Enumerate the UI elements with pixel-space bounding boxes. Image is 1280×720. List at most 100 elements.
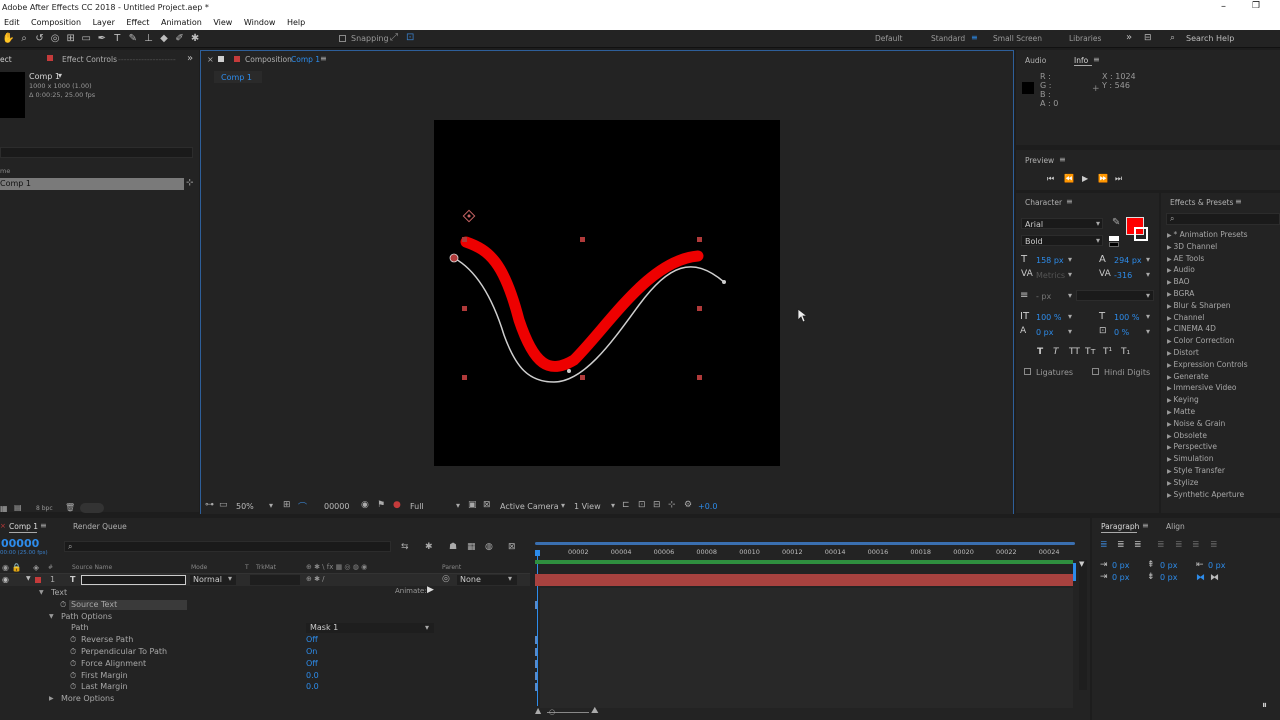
stopwatch-icon[interactable]: ⏱ [70,646,76,658]
roto-brush-icon[interactable]: ✐ [173,30,186,48]
always-preview-icon[interactable]: ⊶ [205,500,214,510]
comp-mini-flowchart-icon[interactable]: ⇆ [401,542,409,552]
hand-tool-icon[interactable]: ✋ [2,30,15,48]
project-item-comp1[interactable]: Comp 1 [0,178,184,190]
effects-category-item[interactable]: ▶ Stylize [1167,478,1198,487]
horizontal-scale-value[interactable]: 100 % [1114,313,1139,322]
draft-3d-icon[interactable]: ✱ [425,542,433,552]
frame-blending-icon[interactable]: ▦ [467,542,476,552]
snap-edges-icon[interactable]: ⤢ [390,32,398,43]
property-value[interactable]: 0.0 [306,670,319,682]
timeline-vscroll[interactable]: ▼ [1079,560,1087,690]
timeline-icon[interactable]: ⊟ [653,500,661,510]
project-search-input[interactable] [0,147,193,158]
property-row[interactable]: ▶ More Options [0,693,530,705]
hindi-digits-checkbox[interactable] [1092,368,1099,375]
small-caps-button[interactable]: Tт [1085,347,1096,357]
text-path-artwork[interactable] [434,120,780,466]
info-menu-icon[interactable]: ≡ [1093,55,1100,64]
layer-duration-bar[interactable] [535,574,1073,586]
composition-tab-label[interactable]: Composition [245,55,292,64]
property-row[interactable]: Path Mask 1 ▾ [0,622,530,634]
stopwatch-icon[interactable]: ⏱ [70,658,76,670]
tracking-value[interactable]: -316 [1114,271,1132,280]
workspace-menu-icon[interactable]: ≡ [971,33,978,42]
comp-subtab[interactable]: Comp 1 [214,71,262,83]
stopwatch-icon[interactable]: ⏱ [60,599,66,611]
snapping-checkbox[interactable] [339,35,346,42]
composition-tab-comp[interactable]: Comp 1 [291,55,320,64]
bbox-handle-br[interactable] [697,375,702,380]
effects-category-item[interactable]: ▶ Perspective [1167,442,1217,451]
menu-animation[interactable]: Animation [161,16,202,30]
effects-category-item[interactable]: ▶ Immersive Video [1167,383,1237,392]
trash-icon[interactable]: 🗑 [65,503,75,512]
rotate-tool-icon[interactable]: ↺ [33,30,46,48]
justify-last-right-icon[interactable]: ≣ [1192,540,1200,550]
tab-effect[interactable]: ect [0,55,12,64]
parent-pickwhip-icon[interactable]: ◎ [442,574,450,584]
safe-zones-icon[interactable]: ⊞ [283,500,291,510]
layer-row-1[interactable]: ◉ ▼ 1 T ⊕ ✱ / Normal ▾ ◎ None ▾ [0,574,530,586]
effects-search-input[interactable]: ⌕ [1166,213,1280,225]
effects-category-item[interactable]: ▶ BAO [1167,277,1190,286]
menu-edit[interactable]: Edit [4,16,20,30]
trkmat-dropdown[interactable] [250,575,300,585]
tab-effect-controls[interactable]: Effect Controls [62,55,117,64]
effects-category-item[interactable]: ▶ Channel [1167,313,1204,322]
eyedropper-icon[interactable]: ✎ [1112,217,1120,228]
comp-panel-menu-icon[interactable]: ≡ [320,54,327,63]
property-expand-icon[interactable]: ▼ [39,587,44,599]
prev-frame-icon[interactable]: ⏪ [1064,174,1074,183]
property-row[interactable]: ⏱ Reverse Path Off [0,634,537,646]
sync-settings-icon[interactable]: ⊟ [1144,33,1152,43]
interpret-footage-icon[interactable]: ▦ [0,504,8,513]
align-left-icon[interactable]: ≣ [1100,540,1108,550]
superscript-button[interactable]: T¹ [1103,347,1112,357]
indent-right-value[interactable]: 0 px [1208,561,1225,570]
transparency-grid-icon[interactable]: ⊠ [483,500,491,510]
property-row[interactable]: ⏱ Last Margin 0.0 [0,681,537,693]
comp-canvas[interactable] [434,120,780,466]
effects-category-item[interactable]: ▶ Obsolete [1167,431,1207,440]
stopwatch-icon[interactable]: ⏱ [70,634,76,646]
justify-last-left-icon[interactable]: ≣ [1157,540,1165,550]
bbox-handle-ml[interactable] [462,306,467,311]
parent-column[interactable]: Parent [442,564,461,571]
views-dropdown[interactable]: 1 View [574,502,601,511]
show-snapshot-icon[interactable]: ⚑ [377,500,385,510]
vertical-scale-value[interactable]: 100 % [1036,313,1061,322]
menu-effect[interactable]: Effect [126,16,149,30]
effects-category-item[interactable]: ▶ Synthetic Aperture [1167,490,1244,499]
video-toggle-icon[interactable]: ◉ [2,575,9,584]
property-value[interactable]: Off [306,658,318,670]
path-end-point[interactable] [722,280,726,284]
flowchart-icon[interactable]: ⊹ [186,178,194,188]
baseline-shift-value[interactable]: 0 px [1036,328,1053,337]
timeline-timecode[interactable]: 00000 [1,537,39,550]
more-workspaces-icon[interactable]: » [1126,32,1132,43]
pen-tool-icon[interactable]: ✒ [95,30,108,48]
layer-expand-icon[interactable]: ▼ [26,575,31,582]
layer-label-color[interactable] [35,577,41,583]
search-help-input[interactable]: Search Help [1186,34,1234,43]
first-line-indent-value[interactable]: 0 px [1112,573,1129,582]
effects-category-item[interactable]: ▶ Color Correction [1167,336,1234,345]
property-row[interactable]: ⏱ Perpendicular To Path On [0,646,537,658]
align-center-icon[interactable]: ≣ [1117,540,1125,550]
restore-icon[interactable]: ❐ [1252,1,1260,11]
stopwatch-icon[interactable]: ⏱ [70,670,76,682]
bbox-handle-tl[interactable] [462,237,467,242]
close-tab-icon[interactable]: × [207,55,214,64]
layer-mode-dropdown[interactable]: Normal ▾ [190,574,236,585]
bbox-handle-bm[interactable] [580,375,585,380]
effects-category-item[interactable]: ▶ Style Transfer [1167,466,1225,475]
tab-align[interactable]: Align [1166,522,1185,531]
exposure-reset-icon[interactable]: ⚙ [684,500,692,510]
zoom-tool-icon[interactable]: ⌕ [18,30,31,48]
first-frame-icon[interactable]: ⏮ [1047,174,1054,184]
toggle-pixel-aspect-icon[interactable]: ⊏ [622,500,630,510]
project-name-column[interactable]: me [0,167,10,175]
property-value[interactable]: On [306,646,317,658]
channel-icon[interactable]: ● [393,500,401,510]
